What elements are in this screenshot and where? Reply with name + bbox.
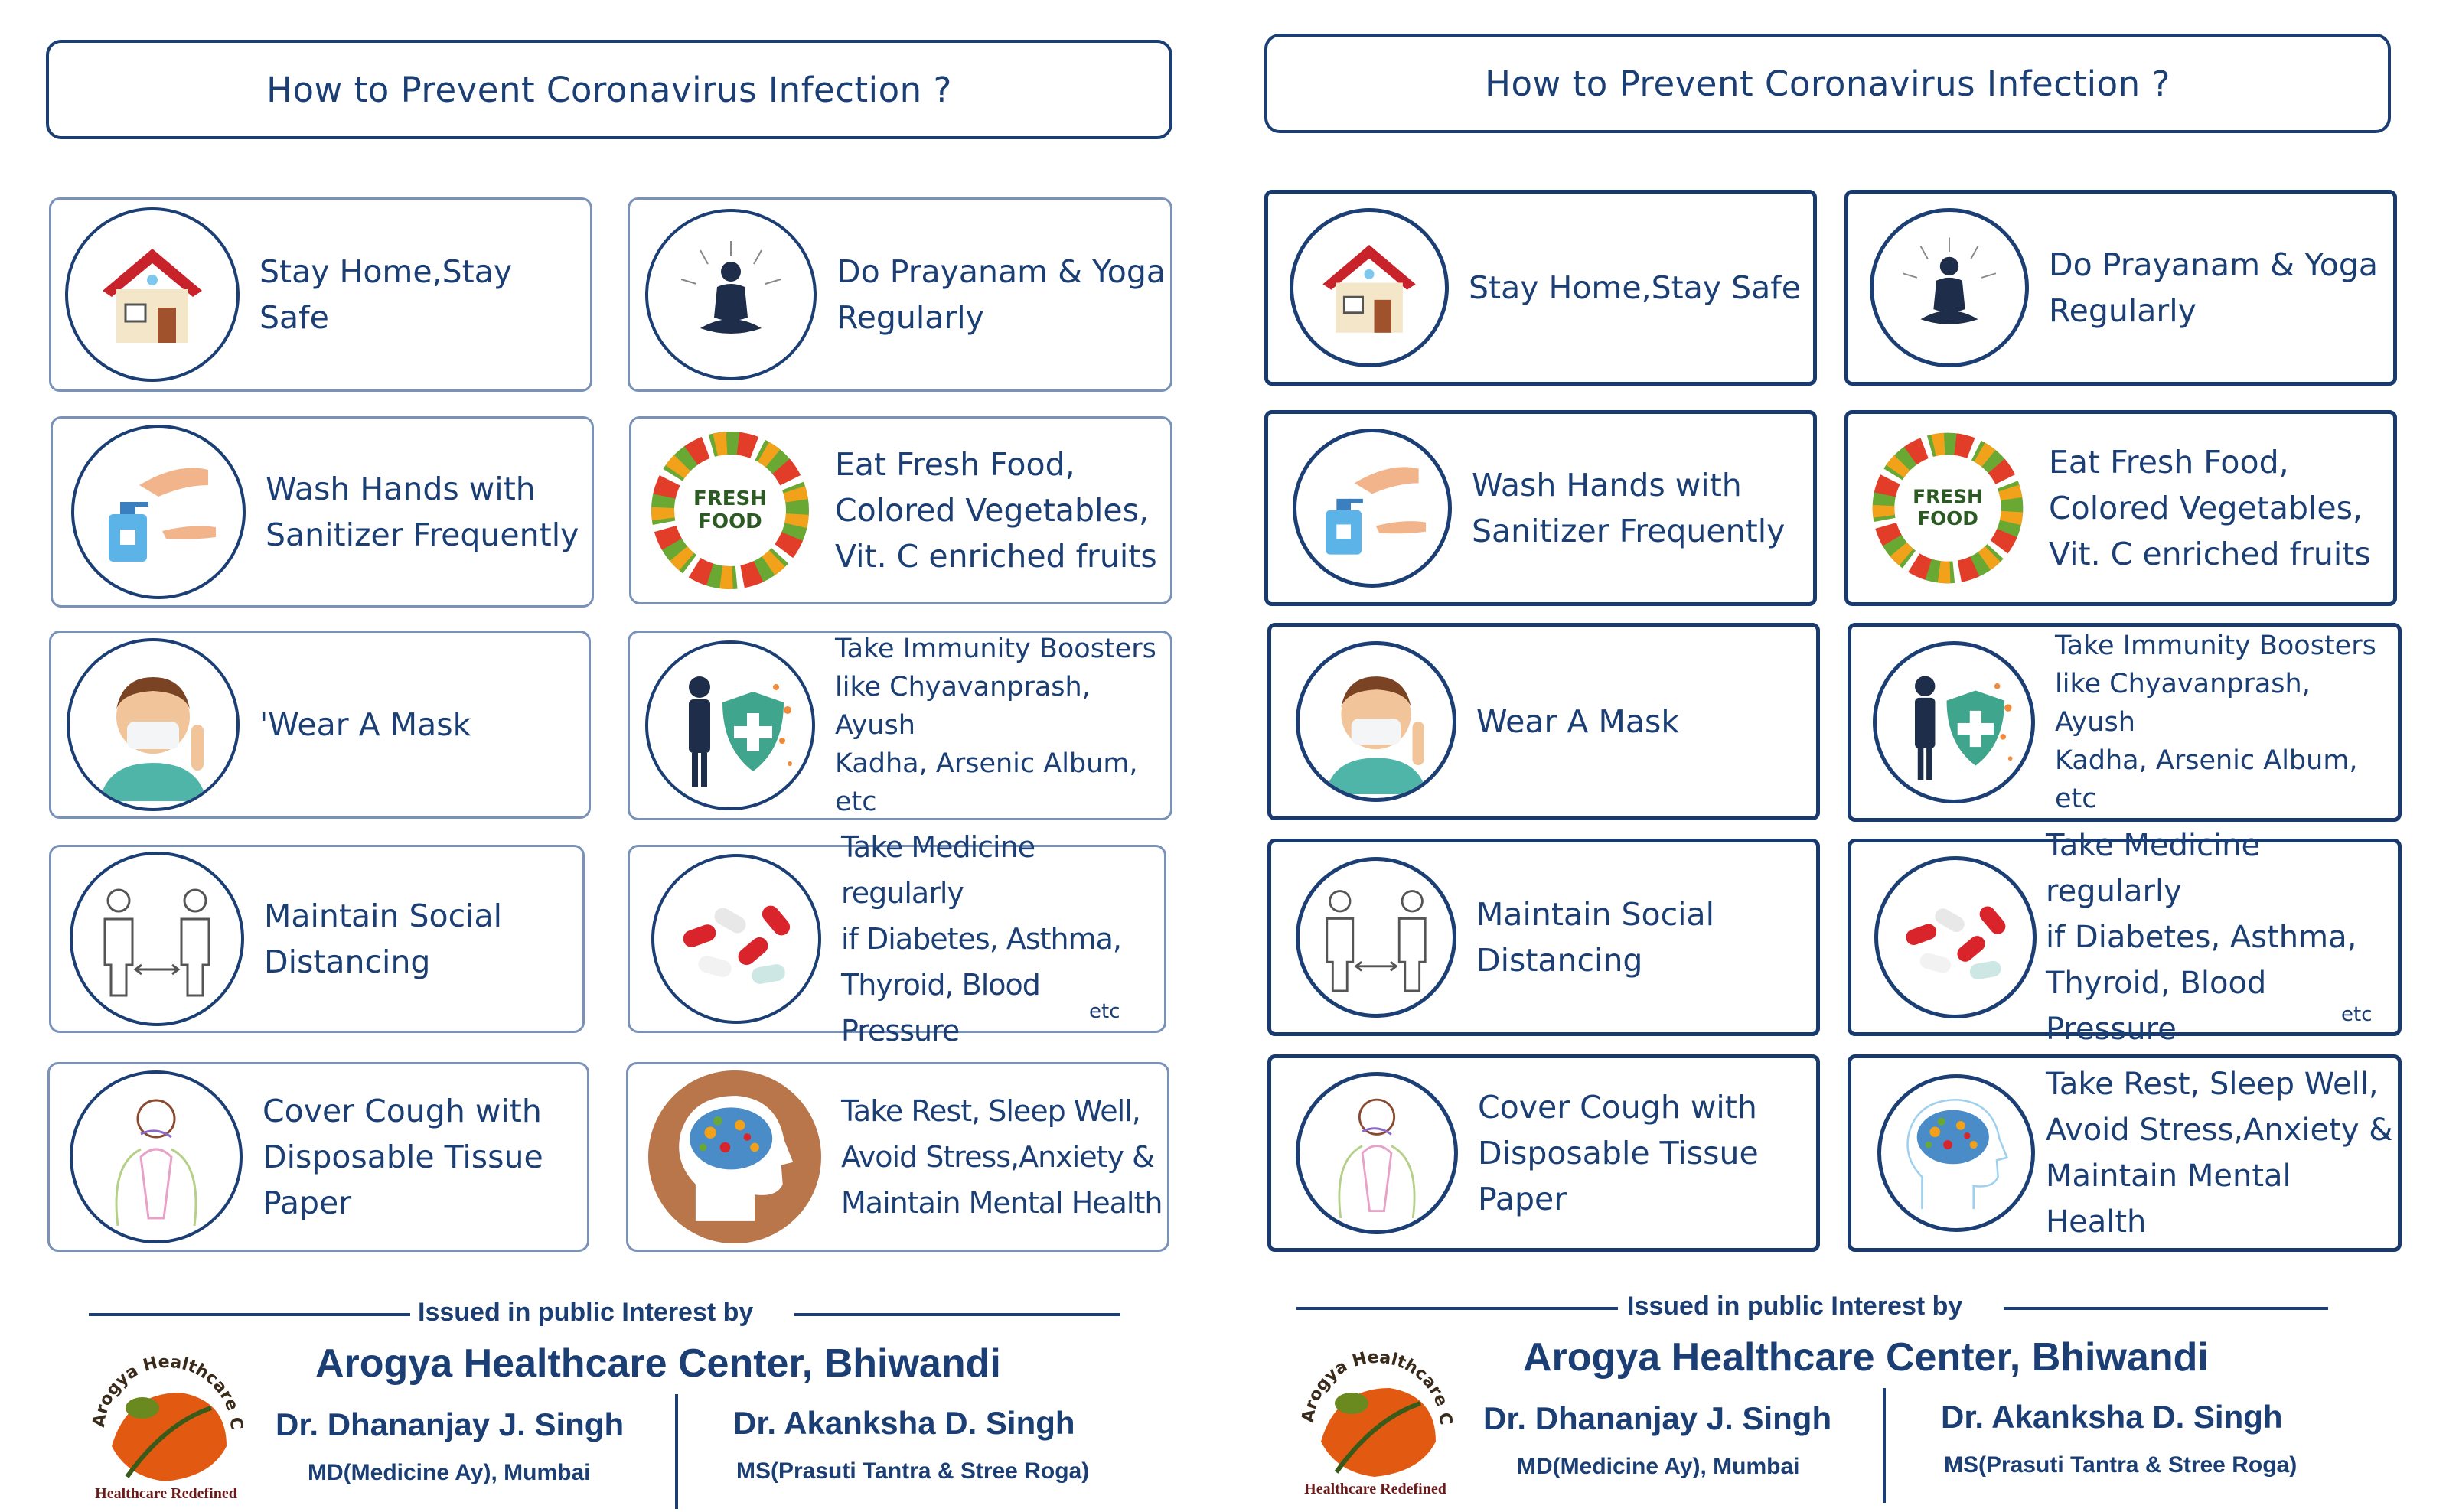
card-text: Take Immunity Boosters like Chyavanprash… — [835, 634, 1156, 817]
clinic-logo: Arogya Healthcare Center Healthcare Rede… — [1284, 1312, 1460, 1500]
card-text: Eat Fresh Food, Colored Vegetables, Vit.… — [835, 446, 1157, 575]
social-distance-icon — [70, 852, 244, 1026]
pills-icon — [651, 854, 821, 1024]
footer-rule-left — [1296, 1307, 1618, 1310]
poster-title-box: How to Prevent Coronavirus Infection ? — [1264, 34, 2391, 133]
cough-icon — [70, 1070, 243, 1243]
issued-by: Issued in public Interest by — [1627, 1292, 1963, 1321]
card-text: Do Prayanam & Yoga Regularly — [2049, 246, 2378, 329]
poster-title: How to Prevent Coronavirus Infection ? — [1485, 63, 2170, 104]
card-text: Stay Home,Stay Safe — [259, 253, 513, 336]
footer-rule-right — [2004, 1307, 2328, 1310]
immunity-shield-icon — [645, 640, 815, 810]
etc-note: etc — [1089, 1000, 1120, 1023]
social-distance-icon — [1296, 857, 1456, 1018]
card-text: Cover Cough with Disposable Tissue Paper — [263, 1093, 543, 1221]
center-name: Arogya Healthcare Center, Bhiwandi — [315, 1341, 1001, 1386]
card-medicine: Take Medicine regularly if Diabetes, Ast… — [1848, 828, 2402, 1047]
card-stay-home: Stay Home,Stay Safe — [49, 197, 592, 392]
fresh-food-icon: FRESH FOOD — [1867, 427, 2029, 589]
svg-text:Healthcare Redefined: Healthcare Redefined — [95, 1485, 237, 1502]
card-stay-home: Stay Home,Stay Safe — [1264, 190, 1817, 386]
card-wash-hands: Wash Hands with Sanitizer Frequently — [1264, 410, 1817, 606]
house-icon — [1290, 208, 1449, 367]
card-medicine: Take Medicine regularly if Diabetes, Ast… — [628, 830, 1166, 1048]
pills-icon — [1874, 856, 2037, 1018]
card-yoga: Do Prayanam & Yoga Regularly — [1844, 190, 2397, 386]
svg-text:FOOD: FOOD — [698, 510, 762, 533]
card-text: Do Prayanam & Yoga Regularly — [837, 253, 1166, 336]
footer-rule-left — [89, 1313, 410, 1316]
doctor1-name: Dr. Dhananjay J. Singh — [1483, 1400, 1832, 1436]
immunity-shield-icon — [1873, 641, 2035, 803]
cough-icon — [1296, 1072, 1458, 1234]
svg-text:FRESH: FRESH — [693, 487, 767, 510]
card-mental-health: Take Rest, Sleep Well, Avoid Stress,Anxi… — [626, 1062, 1169, 1252]
etc-note: etc — [2341, 1003, 2373, 1026]
clinic-logo: Arogya Healthcare Center Healthcare Rede… — [75, 1317, 251, 1504]
sanitizer-hands-icon — [1293, 429, 1452, 588]
card-fresh-food: FRESH FOOD Eat Fresh Food, Colored Vegeta… — [1844, 410, 2397, 606]
card-text: Take Rest, Sleep Well, Avoid Stress,Anxi… — [2046, 1067, 2393, 1240]
card-text: Cover Cough with Disposable Tissue Paper — [1478, 1089, 1759, 1217]
card-wash-hands: Wash Hands with Sanitizer Frequently — [51, 416, 594, 608]
doctor2-qual: MS(Prasuti Tantra & Stree Roga) — [1944, 1452, 2298, 1478]
poster-title: How to Prevent Coronavirus Infection ? — [266, 69, 952, 110]
center-name: Arogya Healthcare Center, Bhiwandi — [1523, 1335, 2209, 1380]
card-yoga: Do Prayanam & Yoga Regularly — [628, 197, 1172, 392]
card-text: Wash Hands with Sanitizer Frequently — [266, 471, 579, 553]
card-social-distance: Maintain Social Distancing — [1267, 839, 1820, 1036]
doctor1-name: Dr. Dhananjay J. Singh — [276, 1406, 625, 1442]
card-text: Wear A Mask — [1476, 703, 1680, 740]
svg-text:FRESH: FRESH — [1913, 485, 1983, 507]
meditation-icon — [645, 209, 817, 380]
card-immunity: Take Immunity Boosters like Chyavanprash… — [628, 631, 1172, 820]
card-cover-cough: Cover Cough with Disposable Tissue Paper — [47, 1062, 589, 1252]
doctor2-qual: MS(Prasuti Tantra & Stree Roga) — [736, 1458, 1090, 1484]
doctor2-name: Dr. Akanksha D. Singh — [1941, 1399, 2283, 1435]
card-text: Eat Fresh Food, Colored Vegetables, Vit.… — [2049, 444, 2371, 572]
doctor-divider — [675, 1394, 678, 1509]
masked-person-icon — [1296, 641, 1456, 802]
card-text: 'Wear A Mask — [259, 706, 471, 743]
brain-head-icon — [1877, 1074, 2035, 1232]
card-text: Maintain Social Distancing — [264, 898, 503, 980]
card-immunity: Take Immunity Boosters like Chyavanprash… — [1848, 623, 2402, 822]
card-mental-health: Take Rest, Sleep Well, Avoid Stress,Anxi… — [1848, 1054, 2402, 1252]
doctor1-qual: MD(Medicine Ay), Mumbai — [1517, 1454, 1800, 1479]
card-social-distance: Maintain Social Distancing — [49, 845, 585, 1033]
card-fresh-food: FRESH FOOD Eat Fresh Food, Colored Vegeta… — [629, 416, 1172, 604]
house-icon — [65, 207, 240, 382]
card-cover-cough: Cover Cough with Disposable Tissue Paper — [1267, 1054, 1820, 1252]
brain-head-icon — [648, 1070, 821, 1243]
issued-by: Issued in public Interest by — [418, 1298, 754, 1327]
doctor-divider — [1883, 1388, 1886, 1503]
meditation-icon — [1870, 208, 2029, 367]
sanitizer-hands-icon — [71, 425, 246, 599]
svg-text:FOOD: FOOD — [1917, 507, 1978, 530]
fresh-food-icon: FRESH FOOD — [645, 425, 815, 595]
card-text: Take Immunity Boosters like Chyavanprash… — [2055, 631, 2376, 814]
card-text: Take Rest, Sleep Well, Avoid Stress,Anxi… — [841, 1094, 1163, 1220]
doctor2-name: Dr. Akanksha D. Singh — [733, 1405, 1075, 1441]
footer-rule-right — [794, 1313, 1120, 1316]
card-text: Wash Hands with Sanitizer Frequently — [1472, 467, 1786, 549]
card-wear-mask: 'Wear A Mask — [49, 631, 591, 819]
card-wear-mask: Wear A Mask — [1267, 623, 1820, 820]
masked-person-icon — [67, 638, 240, 811]
poster-title-box: How to Prevent Coronavirus Infection ? — [46, 40, 1172, 139]
svg-text:Healthcare Redefined: Healthcare Redefined — [1304, 1481, 1446, 1497]
card-text: Stay Home,Stay Safe — [1469, 269, 1801, 306]
doctor1-qual: MD(Medicine Ay), Mumbai — [308, 1460, 591, 1485]
card-text: Maintain Social Distancing — [1476, 896, 1715, 979]
